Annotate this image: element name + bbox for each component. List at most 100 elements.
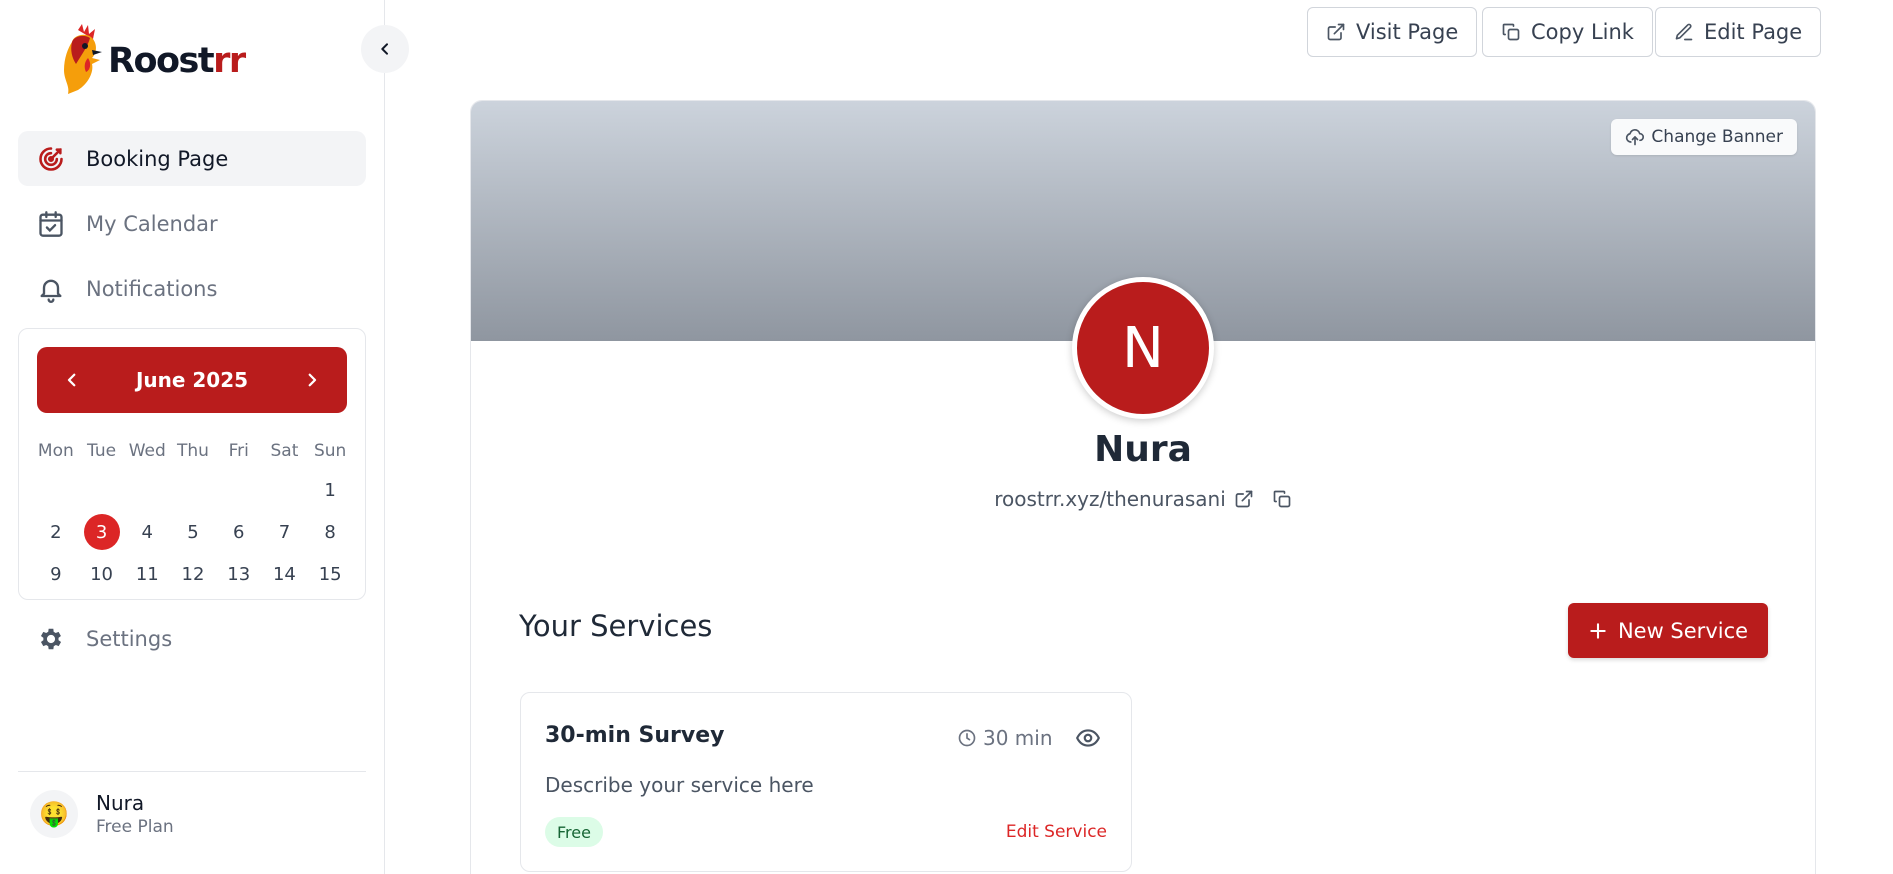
plus-icon	[1588, 621, 1608, 641]
divider	[18, 771, 366, 772]
calendar-day[interactable]: 4	[124, 511, 170, 553]
calendar-day[interactable]: 6	[216, 511, 262, 553]
calendar-day-number: 12	[181, 563, 205, 585]
calendar-day[interactable]: 13	[216, 553, 262, 595]
change-banner-label: Change Banner	[1651, 127, 1783, 147]
edit-service-link[interactable]: Edit Service	[1006, 822, 1107, 842]
calendar-check-icon	[36, 209, 66, 239]
new-service-button[interactable]: New Service	[1568, 603, 1768, 658]
weekday-label: Mon	[37, 441, 74, 461]
calendar-day-number: 1	[324, 479, 336, 501]
weekday-label: Thu	[177, 441, 209, 461]
next-month-button[interactable]	[297, 365, 327, 395]
calendar-day[interactable]: 12	[170, 553, 216, 595]
edit-page-label: Edit Page	[1704, 20, 1803, 44]
calendar-day-number: 3	[83, 514, 120, 550]
copy-link-button[interactable]: Copy Link	[1482, 7, 1653, 57]
logo-text-accent: rr	[213, 41, 246, 81]
sidebar-item-label: Settings	[86, 626, 173, 651]
weekday-label: Sat	[270, 441, 299, 461]
logo[interactable]: Roostrr	[58, 24, 246, 98]
weekday-label: Fri	[228, 441, 249, 461]
service-card[interactable]: 30-min Survey 30 min Describe your servi…	[520, 692, 1132, 872]
profile-avatar[interactable]: N	[1072, 277, 1214, 419]
new-service-label: New Service	[1617, 618, 1749, 643]
sidebar-item-settings[interactable]: Settings	[18, 611, 366, 666]
avatar: 🤑	[30, 790, 78, 838]
profile-name: Nura	[1094, 429, 1192, 470]
calendar-day[interactable]: 2	[33, 511, 79, 553]
cloud-upload-icon	[1625, 127, 1645, 147]
copy-icon[interactable]	[1272, 489, 1292, 509]
calendar-day[interactable]: 10	[79, 553, 125, 595]
booking-page-card: Change Banner N Nura roostrr.xyz/thenura…	[470, 100, 1816, 874]
calendar-day[interactable]: 14	[262, 553, 308, 595]
calendar-day[interactable]: 1	[307, 469, 353, 511]
chevron-left-icon	[67, 373, 76, 387]
bell-icon	[36, 274, 66, 304]
user-plan: Free Plan	[96, 817, 174, 837]
calendar-empty-cell	[170, 469, 216, 511]
calendar-day-number: 9	[50, 563, 62, 585]
calendar-day[interactable]: 9	[33, 553, 79, 595]
profile-url-row: roostrr.xyz/thenurasani	[471, 487, 1815, 511]
chevron-right-icon	[308, 373, 317, 387]
calendar-day-number	[221, 472, 257, 508]
calendar-day-number: 7	[278, 521, 291, 543]
user-info: Nura Free Plan	[96, 791, 174, 837]
calendar-day-number: 15	[318, 563, 342, 585]
sidebar: Roostrr Booking Page My Calendar Notific…	[0, 0, 385, 874]
edit-page-button[interactable]: Edit Page	[1655, 7, 1822, 57]
change-banner-button[interactable]: Change Banner	[1611, 119, 1797, 155]
copy-icon	[1501, 22, 1521, 42]
calendar-day-number: 2	[50, 521, 62, 543]
rooster-logo-icon	[58, 24, 104, 98]
clock-icon	[957, 728, 977, 748]
sidebar-item-notifications[interactable]: Notifications	[18, 261, 366, 316]
price-badge: Free	[545, 817, 603, 847]
chevron-left-icon	[381, 43, 388, 55]
external-link-icon[interactable]	[1234, 489, 1254, 509]
visit-page-button[interactable]: Visit Page	[1307, 7, 1478, 57]
user-profile[interactable]: 🤑 Nura Free Plan	[30, 790, 174, 838]
service-duration: 30 min	[957, 726, 1053, 750]
eye-icon[interactable]	[1075, 725, 1101, 751]
calendar-day-number: 8	[324, 521, 336, 543]
calendar-day[interactable]: 15	[307, 553, 353, 595]
copy-link-label: Copy Link	[1531, 20, 1634, 44]
external-link-icon	[1326, 22, 1346, 42]
visit-page-label: Visit Page	[1356, 20, 1459, 44]
calendar-day-number	[266, 472, 302, 508]
calendar-day-number	[175, 472, 211, 508]
collapse-sidebar-button[interactable]	[361, 25, 409, 73]
calendar-day-number: 6	[232, 521, 245, 543]
sidebar-item-my-calendar[interactable]: My Calendar	[18, 196, 366, 251]
calendar-empty-cell	[262, 469, 308, 511]
calendar-day-number: 4	[141, 521, 153, 543]
service-title: 30-min Survey	[545, 723, 725, 748]
services-title: Your Services	[519, 609, 713, 643]
calendar-day-number: 11	[135, 563, 159, 585]
sidebar-item-label: Booking Page	[86, 146, 229, 171]
calendar-day-number: 5	[187, 521, 199, 543]
calendar-grid: Mon Tue Wed Thu Fri Sat Sun 1 2 3 4 5 6 7 8 9 10 11 12 13 14…	[33, 433, 353, 595]
calendar-empty-cell	[33, 469, 79, 511]
service-duration-label: 30 min	[983, 726, 1053, 750]
calendar-day[interactable]: 7	[262, 511, 308, 553]
calendar-day[interactable]: 8	[307, 511, 353, 553]
pencil-icon	[1674, 22, 1694, 42]
profile-url[interactable]: roostrr.xyz/thenurasani	[994, 487, 1226, 511]
weekday-label: Wed	[128, 441, 166, 461]
logo-text-main: Roost	[108, 41, 215, 81]
sidebar-item-booking-page[interactable]: Booking Page	[18, 131, 366, 186]
calendar-day[interactable]: 5	[170, 511, 216, 553]
weekday-label: Tue	[87, 441, 117, 461]
service-description: Describe your service here	[545, 773, 814, 797]
calendar-empty-cell	[79, 469, 125, 511]
calendar-day-number: 10	[90, 563, 114, 585]
prev-month-button[interactable]	[57, 365, 87, 395]
calendar-day[interactable]: 11	[124, 553, 170, 595]
sidebar-item-label: My Calendar	[86, 211, 218, 236]
calendar-day[interactable]: 3	[79, 511, 125, 553]
calendar-day-number	[84, 472, 120, 508]
